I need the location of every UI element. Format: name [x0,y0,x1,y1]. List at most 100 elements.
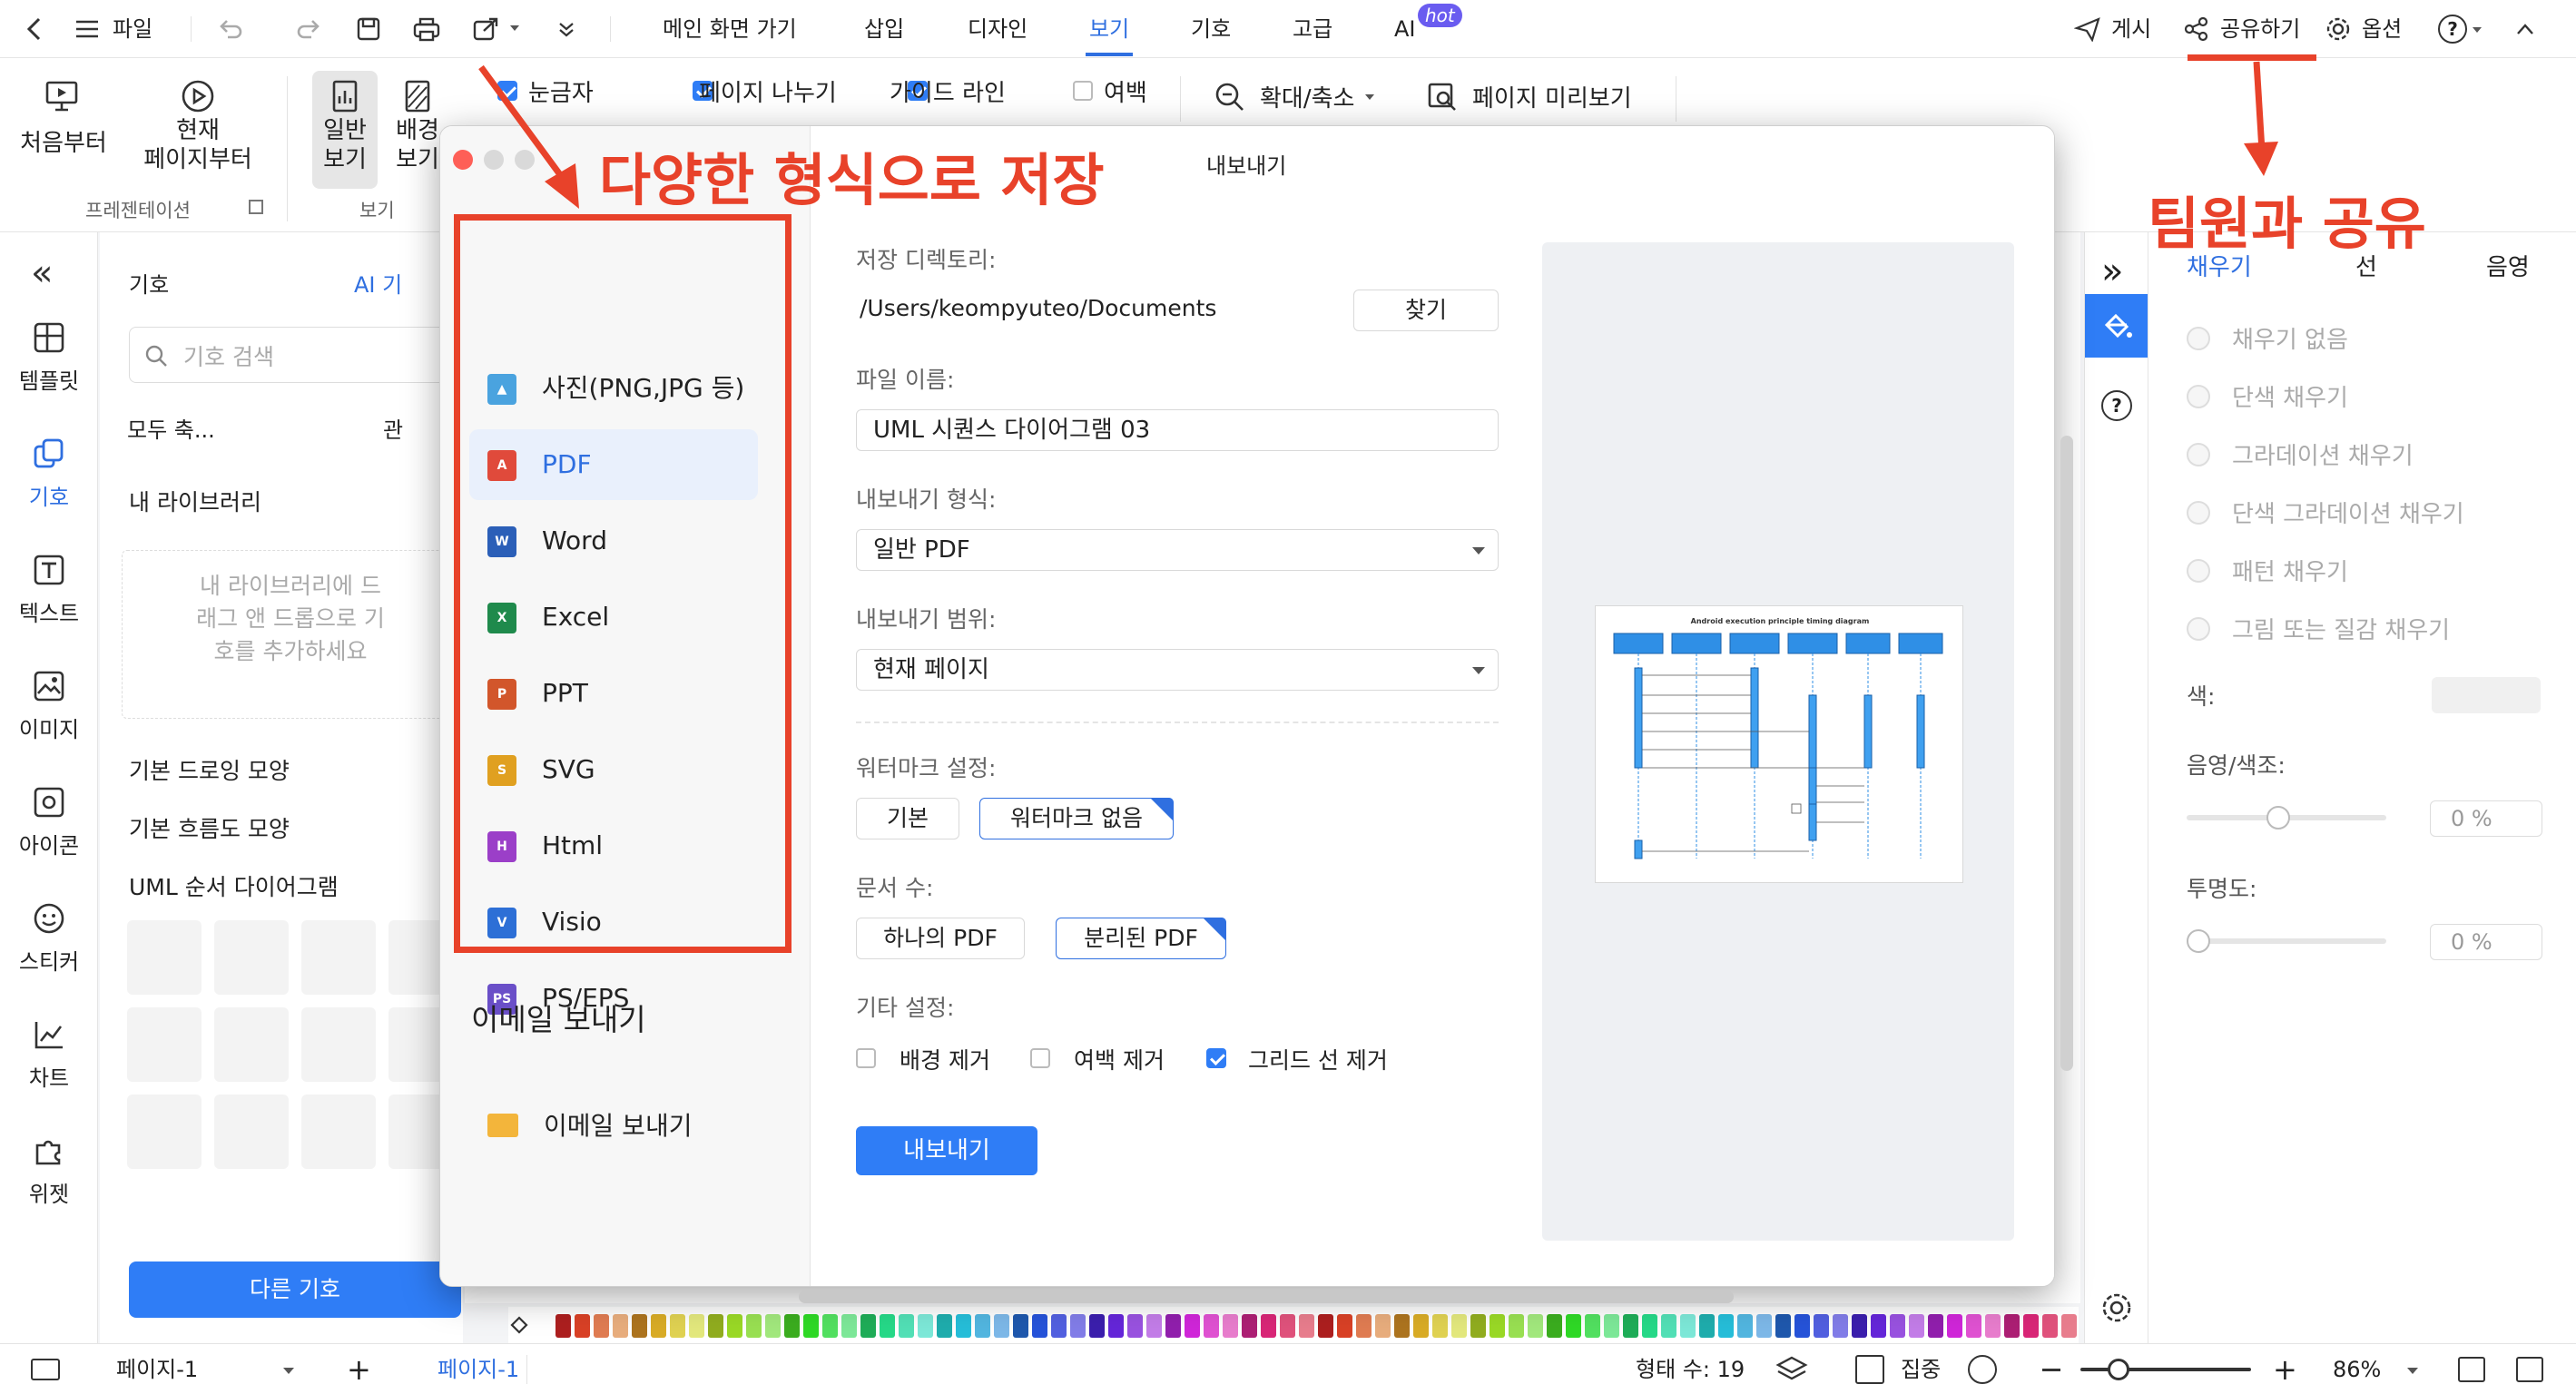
share-icon[interactable] [2180,13,2213,45]
color-swatch[interactable] [1547,1314,1562,1338]
symbol-item[interactable] [127,1095,202,1169]
tab-ai[interactable]: AI [1394,0,1416,58]
color-swatch[interactable] [937,1314,952,1338]
color-swatch[interactable] [689,1314,704,1338]
color-swatch[interactable] [1394,1314,1410,1338]
file-menu[interactable]: 파일 [113,0,152,58]
rail-item-symbols[interactable]: 기호 [0,436,98,511]
present-from-start-button[interactable]: 처음부터 [16,129,111,158]
color-swatch[interactable] [765,1314,781,1338]
color-swatch[interactable] [1070,1314,1086,1338]
ai-symbol-button[interactable]: AI 기 [354,267,402,299]
remove-grid-checkbox[interactable] [1206,1048,1226,1068]
zoom-level[interactable]: 86% [2333,1344,2381,1394]
color-swatch[interactable] [613,1314,628,1338]
fill-gradient-radio[interactable] [2187,443,2210,466]
color-swatch[interactable] [1032,1314,1047,1338]
zoom-icon[interactable] [1214,82,1245,113]
color-swatch[interactable] [1356,1314,1372,1338]
color-swatch[interactable] [1318,1314,1333,1338]
color-swatch[interactable] [1833,1314,1848,1338]
page-select[interactable]: 페이지-1 [116,1344,198,1394]
color-swatch[interactable] [994,1314,1009,1338]
publish-icon[interactable] [2071,13,2104,45]
color-swatch[interactable] [670,1314,685,1338]
color-swatch[interactable] [1794,1314,1810,1338]
tab-insert[interactable]: 삽입 [864,0,904,58]
color-swatch[interactable] [2042,1314,2058,1338]
color-swatch[interactable] [822,1314,838,1338]
color-swatch[interactable] [746,1314,762,1338]
tab-design[interactable]: 디자인 [968,0,1027,58]
color-swatch[interactable] [1604,1314,1619,1338]
color-swatch[interactable] [1204,1314,1219,1338]
color-swatch[interactable] [1909,1314,1924,1338]
symbol-item[interactable] [301,920,376,995]
save-icon[interactable] [352,13,385,45]
filename-input[interactable]: UML 시퀀스 다이어그램 03 [856,409,1499,451]
single-pdf-button[interactable]: 하나의 PDF [856,918,1025,959]
color-swatch[interactable] [1775,1314,1791,1338]
color-swatch[interactable] [1680,1314,1696,1338]
play-icon[interactable] [1968,1355,1997,1384]
color-swatch[interactable] [1814,1314,1829,1338]
transparency-slider-thumb[interactable] [2187,929,2210,953]
shade-slider-thumb[interactable] [2266,806,2290,830]
rail-item-templates[interactable]: 템플릿 [0,319,98,395]
color-swatch[interactable] [556,1314,571,1338]
color-swatch[interactable] [1718,1314,1734,1338]
color-swatch[interactable] [1165,1314,1181,1338]
color-swatch[interactable] [1985,1314,2001,1338]
swatch-row[interactable] [556,1314,2077,1338]
tab-symbols[interactable]: 기호 [1191,0,1231,58]
print-preview-icon[interactable] [1427,82,1458,113]
symbol-item[interactable] [214,1007,289,1082]
bg-view-line2[interactable]: 보기 [390,145,445,174]
tab-shadow[interactable]: 음영 [2486,249,2530,282]
color-swatch[interactable] [1089,1314,1105,1338]
options-button[interactable]: 옵션 [2362,0,2402,58]
rail-item-text[interactable]: 텍스트 [0,552,98,627]
horizontal-scrollbar[interactable] [799,1291,1734,1303]
color-swatch[interactable] [1756,1314,1772,1338]
color-swatch[interactable] [2432,677,2541,713]
color-swatch[interactable] [1108,1314,1124,1338]
zoom-slider[interactable] [2080,1368,2251,1371]
rail-item-icons[interactable]: 아이콘 [0,784,98,859]
browse-button[interactable]: 찾기 [1353,290,1499,331]
basic-drawing-header[interactable]: 기본 드로잉 모양 [129,753,290,786]
help-icon[interactable]: ? [2438,15,2467,44]
color-swatch[interactable] [841,1314,857,1338]
export-button[interactable]: 내보내기 [856,1126,1037,1175]
color-swatch[interactable] [1299,1314,1314,1338]
shade-value-input[interactable]: 0 % [2430,800,2542,837]
color-swatch[interactable] [1375,1314,1391,1338]
chevron-down-icon[interactable] [2407,1368,2418,1374]
color-swatch[interactable] [1185,1314,1200,1338]
fullscreen-icon[interactable] [2516,1357,2543,1382]
color-swatch[interactable] [860,1314,876,1338]
chevron-down-icon[interactable] [510,25,519,31]
fill-solid-radio[interactable] [2187,385,2210,408]
color-swatch[interactable] [1890,1314,1905,1338]
rail-item-charts[interactable]: 차트 [0,1016,98,1092]
color-swatch[interactable] [1528,1314,1543,1338]
color-swatch[interactable] [1223,1314,1238,1338]
fill-picture-radio[interactable] [2187,617,2210,641]
publish-button[interactable]: 게시 [2111,0,2151,58]
color-swatch[interactable] [918,1314,933,1338]
color-swatch[interactable] [1127,1314,1143,1338]
my-library-header[interactable]: 내 라이브러리 [129,485,261,517]
color-swatch[interactable] [1261,1314,1276,1338]
hamburger-icon[interactable] [71,13,103,45]
email-send-button[interactable]: 이메일 보내기 [544,1106,692,1143]
color-swatch[interactable] [1737,1314,1753,1338]
color-swatch[interactable] [594,1314,609,1338]
color-swatch[interactable] [1490,1314,1505,1338]
page-tab[interactable]: 페이지-1 [438,1344,519,1394]
uml-seq-header[interactable]: UML 순서 다이어그램 [129,869,339,902]
more-symbols-button[interactable]: 다른 기호 [129,1261,461,1318]
color-swatch[interactable] [1509,1314,1524,1338]
rail-item-widgets[interactable]: 위젯 [0,1133,98,1208]
focus-icon[interactable] [1855,1355,1884,1384]
